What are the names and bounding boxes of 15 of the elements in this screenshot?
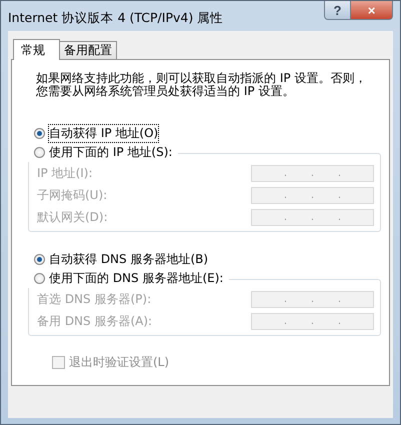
radio-option[interactable]: 自动获得 DNS 服务器地址(B) bbox=[34, 250, 208, 269]
help-button[interactable]: ? bbox=[324, 1, 351, 20]
field-label: 子网掩码(U): bbox=[37, 187, 108, 204]
radio-option[interactable]: 自动获得 IP 地址(O) bbox=[34, 124, 158, 143]
window-title: Internet 协议版本 4 (TCP/IPv4) 属性 bbox=[8, 10, 224, 27]
description-text: 您需要从网络系统管理员处获得适当的 IP 设置。 bbox=[36, 85, 294, 98]
field-label: IP 地址(I): bbox=[37, 165, 93, 182]
field-label: 备用 DNS 服务器(A): bbox=[37, 313, 152, 330]
tab[interactable]: 常规 bbox=[13, 39, 60, 60]
tab[interactable]: 备用配置 bbox=[59, 41, 117, 59]
field-label: 首选 DNS 服务器(P): bbox=[37, 291, 152, 308]
field-label: 默认网关(D): bbox=[37, 209, 108, 226]
radio-option[interactable]: 使用下面的 IP 地址(S): bbox=[34, 143, 172, 162]
radio-option[interactable]: 使用下面的 DNS 服务器地址(E): bbox=[34, 269, 224, 288]
description-text: 如果网络支持此功能，则可以获取自动指派的 IP 设置。否则， bbox=[36, 72, 366, 85]
